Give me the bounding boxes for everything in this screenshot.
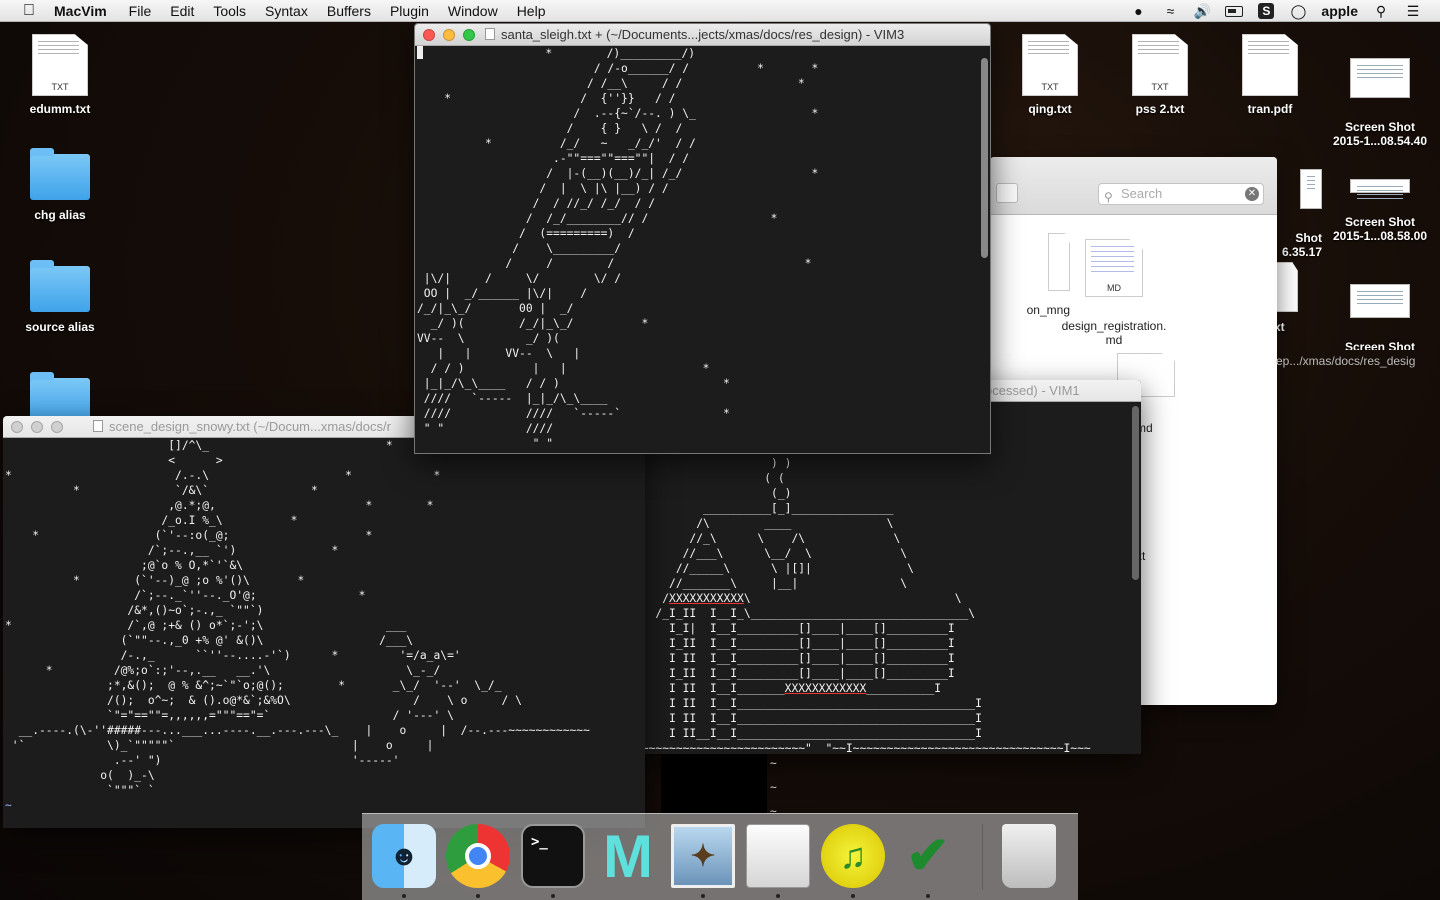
menu-edit[interactable]: Edit [170,3,194,19]
zoom-button[interactable] [51,421,63,433]
clear-search-icon[interactable]: ✕ [1245,187,1259,201]
document-icon [93,420,103,432]
folder-alias-icon [30,260,90,312]
menu-plugin[interactable]: Plugin [390,3,429,19]
screenshot-file-icon [1300,169,1322,209]
menu-syntax[interactable]: Syntax [265,3,308,19]
macvim-m-icon[interactable]: M [596,823,660,890]
search-icon: ⚲ [1104,190,1113,204]
desktop-icon-label: pss 2.txt [1135,102,1185,116]
text-file-icon: TXT [1132,34,1188,96]
search-field[interactable]: ⚲ Search ✕ [1098,183,1264,205]
background-path-text: ep.../xmas/docs/res_desig [1276,354,1416,368]
vim3-buffer[interactable]: * /)_________/) / /-o______/ / * * / /__… [415,46,990,451]
spotlight-search-icon[interactable]: ⚲ [1372,3,1390,19]
mail-icon[interactable]: ✦ [671,824,735,888]
sync-icon[interactable]: S [1257,3,1275,19]
pdf-file-icon [1242,34,1298,96]
desktop-screenshot-1[interactable]: Screen Shot 2015-1...08.54.40 [1325,34,1435,162]
window-title: santa_sleigh.txt + (~/Documents...jects/… [415,27,990,42]
desktop-icon-label: qing.txt [1028,102,1072,116]
close-button[interactable] [423,29,435,41]
screenshot-file-icon [1350,179,1410,200]
volume-icon[interactable]: 🔊 [1193,3,1211,19]
desktop-screenshot-4[interactable]: Screen Shot 2015-1...09.09.50 [1325,262,1435,350]
menu-app[interactable]: MacVim [54,3,107,19]
running-indicator [776,894,780,898]
desktop-icon-label: Screen Shot 2015-1...09.09.50 [1344,340,1416,350]
menu-buffers[interactable]: Buffers [327,3,371,19]
md-file-icon: MD [1085,239,1143,297]
apple-menu-icon[interactable]:  [18,2,40,20]
menu-bar:  MacVim File Edit Tools Syntax Buffers … [0,0,1440,22]
running-indicator [551,894,555,898]
window-controls [423,29,475,41]
dock: ☻ >_ M ✦ ♫ ✔ [362,813,1078,900]
vim1-buffer[interactable]: ) ) ( ( (_) __________[_]_______________… [565,456,1141,754]
vim3-titlebar[interactable]: santa_sleigh.txt + (~/Documents...jects/… [415,24,990,46]
notification-center-icon[interactable]: ☰ [1404,3,1422,19]
running-indicator [402,894,406,898]
text-file-icon: TXT [32,34,88,96]
desktop-file-edumm[interactable]: TXT edumm.txt [5,34,115,116]
minimize-button[interactable] [31,421,43,433]
desktop-file-qing[interactable]: TXT qing.txt [995,34,1105,116]
text-file-icon: TXT [1022,34,1078,96]
running-indicator [701,894,705,898]
finder-item-label: design_registration. md [1061,319,1167,347]
music-icon[interactable]: ♫ [821,824,885,888]
menu-help[interactable]: Help [517,3,546,19]
desktop-icon-label: chg alias [34,208,86,222]
desktop-icon-label: Screen Shot 2015-1...08.58.00 [1332,215,1428,243]
running-indicator [851,894,855,898]
terminal-fragment [661,754,767,814]
text-cursor [417,46,423,59]
vim3-window[interactable]: santa_sleigh.txt + (~/Documents...jects/… [414,23,991,454]
user-name[interactable]: apple [1321,3,1358,19]
text-file-icon [1274,262,1298,312]
desktop-icon-label: tran.pdf [1247,102,1293,116]
terminal-icon[interactable]: >_ [521,824,585,888]
desktop-folder-source-alias[interactable]: source alias [5,260,115,334]
vim3-scrollbar[interactable] [981,58,988,258]
zoom-button[interactable] [463,29,475,41]
desktop-folder-chg-alias[interactable]: chg alias [5,148,115,222]
wifi-icon[interactable]: ≈ [1161,3,1179,19]
menu-file[interactable]: File [129,3,152,19]
view-toggle-button[interactable] [996,183,1018,203]
window-controls [11,421,63,433]
finder-icon[interactable]: ☻ [372,824,436,888]
running-indicator [476,894,480,898]
evernote-icon[interactable]: ● [1129,3,1147,19]
close-button[interactable] [11,421,23,433]
finder-toolbar: ⚲ Search ✕ [990,157,1277,215]
desktop-screenshot-3[interactable]: Screen Shot 2015-1...08.58.00 [1325,155,1435,257]
battery-icon[interactable] [1225,3,1244,19]
desktop-icon-label: Screen Shot 2015-1...08.54.40 [1332,120,1428,148]
folder-alias-icon [30,148,90,200]
clock-icon[interactable]: ◯ [1289,3,1307,19]
menu-tools[interactable]: Tools [213,3,246,19]
minimize-button[interactable] [443,29,455,41]
desktop-icon-label: edumm.txt [29,102,91,116]
menu-window[interactable]: Window [448,3,498,19]
dock-divider [982,824,983,890]
finder-item-design-registration[interactable]: MD design_registration. md [1054,225,1174,361]
vim1-scrollbar[interactable] [1132,406,1139,580]
running-indicator [926,894,930,898]
screenshot-file-icon [1350,284,1410,318]
trash-icon[interactable] [1002,824,1056,888]
document-icon [485,28,495,40]
desktop-file-tran-pdf[interactable]: tran.pdf [1215,34,1325,116]
screenshot-file-icon [1350,58,1410,98]
preview-icon[interactable] [746,824,810,888]
desktop-file-pss2[interactable]: TXT pss 2.txt [1105,34,1215,116]
search-placeholder: Search [1121,186,1163,201]
desktop-icon-label: source alias [25,320,95,334]
vim-icon[interactable]: ✔ [896,824,960,888]
snowy-buffer[interactable]: []/^\_ * < > * /.-.\ * * * `/&\` * ,@.*;… [3,438,645,813]
scene-snowy-window[interactable]: scene_design_snowy.txt (~/Docum...xmas/d… [3,416,645,828]
chrome-icon[interactable] [446,824,510,888]
